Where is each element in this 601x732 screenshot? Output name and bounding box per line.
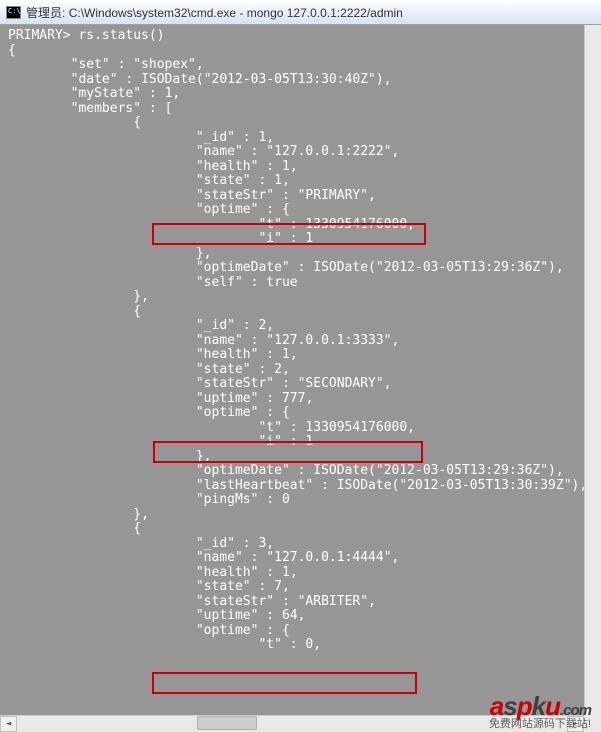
wm-a: a: [490, 691, 503, 721]
m1-optimedate-key: "optimeDate": [196, 260, 290, 275]
m1-state-val: 1: [274, 173, 282, 188]
m2-state-val: 2: [274, 362, 282, 377]
m2-i-val: 1: [305, 434, 313, 449]
m3-statestr-val: "ARBITER": [298, 594, 368, 609]
m2-lasthb-key: "lastHeartbeat": [196, 478, 313, 493]
m1-optimedate-val: ISODate("2012-03-05T13:29:36Z"): [313, 260, 556, 275]
m2-t-key: "t": [258, 420, 281, 435]
m2-optimedate-key: "optimeDate": [196, 463, 290, 478]
mystate-key: "myState": [71, 86, 141, 101]
m3-t-key: "t": [258, 637, 281, 652]
m1-id-val: 1: [258, 130, 266, 145]
m2-name-key: "name": [196, 333, 243, 348]
m2-optime-key: "optime": [196, 405, 259, 420]
m1-optime-close: }: [196, 246, 204, 261]
m3-health-val: 1: [282, 565, 290, 580]
m3-optime-key: "optime": [196, 623, 259, 638]
m3-uptime-val: 64: [282, 608, 298, 623]
m1-state-key: "state": [196, 173, 251, 188]
m2-close: }: [133, 507, 141, 522]
m3-uptime-key: "uptime": [196, 608, 259, 623]
m1-self-val: true: [266, 275, 297, 290]
wm-dot: .com: [560, 702, 591, 719]
m3-state-key: "state": [196, 579, 251, 594]
m3-name-val: "127.0.0.1:4444": [266, 550, 391, 565]
terminal-output[interactable]: PRIMARY> rs.status() { "set" : "shopex",…: [0, 25, 584, 715]
m3-state-val: 7: [274, 579, 282, 594]
m2-health-key: "health": [196, 347, 259, 362]
scroll-track[interactable]: [17, 716, 567, 732]
titlebar[interactable]: 管理员: C:\Windows\system32\cmd.exe - mongo…: [0, 0, 601, 25]
m1-i-key: "i": [258, 231, 281, 246]
m3-name-key: "name": [196, 550, 243, 565]
m3-statestr-key: "stateStr": [196, 594, 274, 609]
m1-open: {: [133, 115, 141, 130]
m2-pingms-val: 0: [282, 492, 290, 507]
brace-open: {: [8, 43, 16, 58]
m2-t-val: 1330954176000: [305, 420, 407, 435]
m1-t-key: "t": [258, 217, 281, 232]
mystate-val: 1: [165, 86, 173, 101]
prompt-line: PRIMARY> rs.status(): [8, 28, 165, 43]
members-key: "members": [71, 101, 141, 116]
watermark: aspku.com 免费网站源码下载站!: [489, 693, 591, 730]
scroll-left-icon[interactable]: ◄: [0, 716, 17, 732]
m1-id-key: "_id": [196, 130, 235, 145]
set-key: "set": [71, 57, 110, 72]
wm-p: p: [517, 691, 532, 721]
wm-k: k: [532, 691, 545, 721]
date-key: "date": [71, 72, 118, 87]
m1-health-key: "health": [196, 159, 259, 174]
m3-id-val: 3: [258, 536, 266, 551]
m3-id-key: "_id": [196, 536, 235, 551]
cmd-icon: [6, 6, 21, 19]
m2-optimedate-val: ISODate("2012-03-05T13:29:36Z"): [313, 463, 556, 478]
m2-uptime-key: "uptime": [196, 391, 259, 406]
m2-health-val: 1: [282, 347, 290, 362]
cmd-window: 管理员: C:\Windows\system32\cmd.exe - mongo…: [0, 0, 601, 732]
wm-u: u: [545, 691, 560, 721]
m1-self-key: "self": [196, 275, 243, 290]
set-val: "shopex": [133, 57, 196, 72]
m2-statestr-val: "SECONDARY": [298, 376, 384, 391]
m1-statestr-val: "PRIMARY": [298, 188, 368, 203]
scrollbar-vertical[interactable]: [584, 25, 601, 715]
m2-id-val: 2: [258, 318, 266, 333]
m1-optime-key: "optime": [196, 202, 259, 217]
m2-i-key: "i": [258, 434, 281, 449]
m1-name-key: "name": [196, 144, 243, 159]
m2-lasthb-val: ISODate("2012-03-05T13:30:39Z"): [337, 478, 580, 493]
m1-i-val: 1: [305, 231, 313, 246]
m3-open: {: [133, 521, 141, 536]
m1-close: }: [133, 289, 141, 304]
m2-id-key: "_id": [196, 318, 235, 333]
members-open: [: [165, 101, 173, 116]
m1-t-val: 1330954176000: [305, 217, 407, 232]
m1-name-val: "127.0.0.1:2222": [266, 144, 391, 159]
m3-t-val: 0: [305, 637, 313, 652]
m2-optime-close: }: [196, 449, 204, 464]
m2-open: {: [133, 304, 141, 319]
m3-health-key: "health": [196, 565, 259, 580]
m2-name-val: "127.0.0.1:3333": [266, 333, 391, 348]
m3-optime-open: {: [282, 623, 290, 638]
m2-state-key: "state": [196, 362, 251, 377]
m2-optime-open: {: [282, 405, 290, 420]
m2-pingms-key: "pingMs": [196, 492, 259, 507]
m2-statestr-key: "stateStr": [196, 376, 274, 391]
m1-optime-open: {: [282, 202, 290, 217]
titlebar-text: 管理员: C:\Windows\system32\cmd.exe - mongo…: [26, 4, 403, 21]
m1-health-val: 1: [282, 159, 290, 174]
scroll-thumb[interactable]: [197, 716, 257, 730]
m2-uptime-val: 777: [282, 391, 305, 406]
wm-s: s: [503, 691, 516, 721]
m1-statestr-key: "stateStr": [196, 188, 274, 203]
date-val: ISODate("2012-03-05T13:30:40Z"): [141, 72, 384, 87]
wm-sub: 免费网站源码下载站!: [489, 719, 591, 730]
